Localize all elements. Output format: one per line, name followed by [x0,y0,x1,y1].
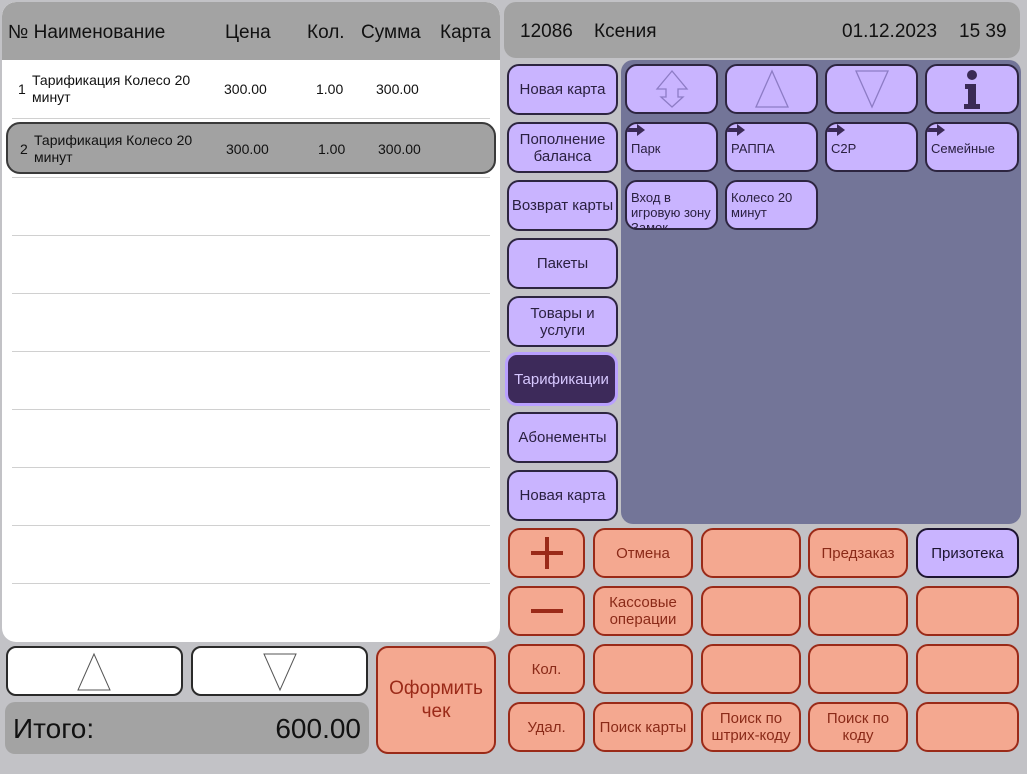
info-bar: 12086 Ксения 01.12.2023 15 39 [504,2,1020,58]
preorder-button[interactable]: Предзаказ [808,528,908,578]
minus-icon [530,609,563,613]
category-tariffs[interactable]: Тарификации [505,352,618,406]
tariff-folder-c2p[interactable]: C2P [825,122,918,172]
row-divider [12,293,490,294]
col-price: Цена [225,22,271,43]
folder-arrow-icon [827,124,845,136]
row-divider [12,351,490,352]
category-top-up-balance[interactable]: Пополнение баланса [507,122,618,173]
scroll-down-button[interactable] [191,646,368,696]
empty-button[interactable] [701,586,801,636]
total-value: 600.00 [275,713,361,744]
row-name: Тарификация Колесо 20 минут [32,72,191,105]
row-number: 1 [18,81,26,97]
folder-arrow-icon [727,124,745,136]
col-card: Карта [440,22,491,43]
tariff-folder-family[interactable]: Семейные [925,122,1019,172]
time: 15 39 [959,21,1007,42]
row-price: 300.00 [226,141,269,157]
empty-button[interactable] [701,528,801,578]
folder-arrow-icon [927,124,945,136]
empty-button[interactable] [916,586,1019,636]
tile-label: Колесо 20 минут [731,190,793,220]
row-name: Тарификация Колесо 20 минут [34,132,193,165]
receipt-header: № Наименование Цена Кол. Сумма Карта [2,2,500,60]
tile-label: Вход в игровую зону Замок [631,190,711,230]
checkout-button[interactable]: Оформить чек [376,646,496,754]
receipt-row[interactable]: 1 Тарификация Колесо 20 минут 300.00 1.0… [2,62,500,118]
category-packages[interactable]: Пакеты [507,238,618,289]
search-card-button[interactable]: Поиск карты [593,702,693,752]
total-label: Итого: [13,713,95,744]
col-number-name: № Наименование [8,22,166,43]
delete-button[interactable]: Удал. [508,702,585,752]
cashier-name: Ксения [594,21,657,42]
col-sum: Сумма [361,22,421,43]
back-to-top-icon [655,69,688,108]
go-top-button[interactable] [625,64,718,114]
row-sum: 300.00 [378,141,421,157]
arrow-up-icon [77,652,111,691]
search-barcode-button[interactable]: Поиск по штрих-коду [701,702,801,752]
folder-arrow-icon [627,124,645,136]
row-divider [12,177,490,178]
empty-button[interactable] [808,586,908,636]
row-divider [12,235,490,236]
category-goods-services[interactable]: Товары и услуги [507,296,618,347]
row-divider [12,467,490,468]
empty-button[interactable] [701,644,801,694]
cash-operations-button[interactable]: Кассовые операции [593,586,693,636]
row-number: 2 [20,141,28,157]
quantity-button[interactable]: Кол. [508,644,585,694]
empty-button[interactable] [593,644,693,694]
info-icon [964,70,980,109]
page-down-button[interactable] [825,64,918,114]
cancel-button[interactable]: Отмена [593,528,693,578]
row-price: 300.00 [224,81,267,97]
row-divider [12,525,490,526]
category-new-card-2[interactable]: Новая карта [507,470,618,521]
receipt-row-selected[interactable]: 2 Тарификация Колесо 20 минут 300.00 1.0… [6,122,496,174]
info-button[interactable] [925,64,1019,114]
receipt-panel: № Наименование Цена Кол. Сумма Карта 1 Т… [2,2,500,642]
row-sum: 300.00 [376,81,419,97]
category-new-card[interactable]: Новая карта [507,64,618,115]
row-divider [12,583,490,584]
plus-icon [530,537,563,569]
arrow-up-icon [754,69,789,108]
row-qty: 1.00 [316,81,344,97]
row-divider [12,118,490,119]
arrow-down-icon [854,70,889,109]
arrow-down-icon [263,653,297,692]
category-return-card[interactable]: Возврат карты [507,180,618,231]
category-subscriptions[interactable]: Абонементы [507,412,618,463]
page-up-button[interactable] [725,64,818,114]
row-divider [12,409,490,410]
search-code-button[interactable]: Поиск по коду [808,702,908,752]
empty-button[interactable] [916,644,1019,694]
increase-quantity-button[interactable] [508,528,585,578]
prize-store-button[interactable]: Призотека [916,528,1019,578]
tile-label: РАППА [731,141,775,156]
empty-button[interactable] [808,644,908,694]
tariff-item-play-zone[interactable]: Вход в игровую зону Замок [625,180,718,230]
empty-button[interactable] [916,702,1019,752]
decrease-quantity-button[interactable] [508,586,585,636]
tile-label: Парк [631,141,661,156]
tile-label: Семейные [931,141,995,156]
col-qty: Кол. [307,22,345,43]
date: 01.12.2023 [842,21,938,42]
row-qty: 1.00 [318,141,346,157]
total-box: Итого: 600.00 [5,702,369,754]
tariff-folder-park[interactable]: Парк [625,122,718,172]
tariff-folder-rappa[interactable]: РАППА [725,122,818,172]
tariff-item-wheel-20[interactable]: Колесо 20 минут [725,180,818,230]
scroll-up-button[interactable] [6,646,183,696]
tile-label: C2P [831,141,857,156]
register-id: 12086 [520,21,573,42]
